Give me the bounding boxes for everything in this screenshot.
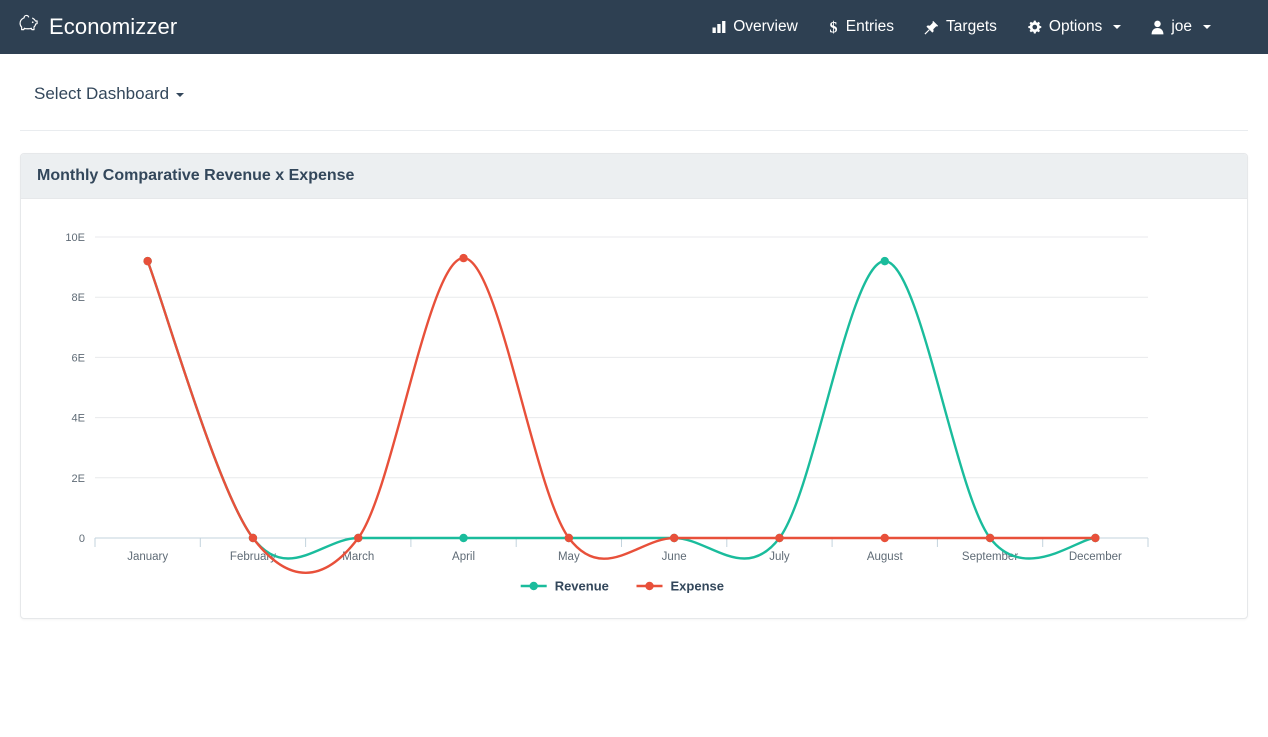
data-point-expense[interactable] — [669, 533, 679, 543]
legend-marker — [529, 581, 538, 591]
chart-panel: Monthly Comparative Revenue x Expense 10… — [20, 153, 1248, 619]
data-point-expense[interactable] — [880, 533, 889, 543]
brand-label: Economizzer — [49, 14, 178, 39]
nav-label-targets: Targets — [946, 18, 997, 35]
y-axis-tick-label: 4E — [72, 413, 85, 425]
chart-panel-header: Monthly Comparative Revenue x Expense — [21, 154, 1247, 199]
svg-text:$: $ — [829, 20, 837, 36]
nav-item-targets[interactable]: Targets — [909, 10, 1012, 44]
chart-svg[interactable]: 10E8E6E4E2E0January February March April May… — [33, 209, 1157, 604]
x-axis-tick-label: April — [452, 551, 475, 563]
chevron-down-icon — [1203, 25, 1211, 29]
pushpin-icon — [924, 20, 939, 35]
nav-label-entries: Entries — [845, 18, 895, 35]
gear-icon — [1027, 20, 1042, 35]
dollar-sign-icon: $ — [828, 19, 839, 36]
data-point-expense[interactable] — [775, 533, 784, 543]
brand-logo[interactable]: Economizzer — [18, 14, 177, 40]
bar-chart-icon — [712, 20, 726, 34]
navbar-menu: Overview $ Entries Targets Options joe — [697, 10, 1250, 44]
y-axis-tick-label: 6E — [72, 352, 85, 364]
piggy-bank-icon — [18, 14, 40, 40]
data-point-expense[interactable] — [1091, 533, 1100, 543]
nav-label-overview: Overview — [733, 18, 798, 35]
nav-item-overview[interactable]: Overview — [697, 10, 813, 44]
x-axis-tick-label: December — [1069, 551, 1122, 563]
legend-label[interactable]: Revenue — [555, 579, 609, 594]
top-navbar: Economizzer Overview $ Entries Targets O… — [0, 0, 1268, 54]
nav-label-options: Options — [1048, 18, 1103, 35]
data-point-expense[interactable] — [459, 253, 468, 263]
data-point-expense[interactable] — [985, 533, 995, 543]
data-point-expense[interactable] — [248, 533, 258, 543]
nav-item-user[interactable]: joe — [1136, 10, 1226, 44]
data-point-revenue[interactable] — [459, 533, 468, 543]
series-line-revenue — [146, 259, 1097, 560]
select-dashboard-label: Select Dashboard — [34, 84, 170, 103]
legend-marker — [645, 581, 654, 591]
x-axis-tick-label: May — [558, 551, 580, 563]
x-axis-tick-label: July — [769, 551, 790, 563]
nav-item-entries[interactable]: $ Entries — [813, 10, 909, 44]
y-axis-tick-label: 2E — [72, 473, 85, 485]
data-point-expense[interactable] — [564, 533, 574, 543]
data-point-revenue[interactable] — [880, 256, 889, 266]
data-point-expense[interactable] — [143, 256, 152, 266]
legend-label[interactable]: Expense — [671, 579, 724, 594]
nav-label-user: joe — [1171, 18, 1192, 35]
chevron-down-icon — [1113, 25, 1122, 29]
x-axis-tick-label: June — [662, 551, 687, 563]
y-axis-tick-label: 10E — [65, 232, 85, 244]
y-axis-tick-label: 0 — [79, 533, 85, 545]
x-axis-tick-label: August — [867, 551, 904, 563]
series-line-expense — [146, 256, 1097, 574]
nav-item-options[interactable]: Options — [1012, 10, 1136, 44]
dashboard-selector-row: Select Dashboard — [10, 54, 1258, 104]
revenue-expense-line-chart[interactable]: 10E 8E 6E 4E 2E 0 January February March April May… — [33, 209, 1235, 604]
page-content: Select Dashboard Monthly Comparative Rev… — [0, 54, 1268, 619]
chevron-down-icon — [176, 92, 185, 97]
x-axis-tick-label: September — [962, 551, 1018, 563]
chart-panel-body: 10E 8E 6E 4E 2E 0 January February March April May… — [21, 199, 1247, 618]
x-axis-tick-label: January — [127, 551, 168, 563]
select-dashboard-dropdown[interactable]: Select Dashboard — [34, 84, 185, 104]
chart-legend: Revenue Expense — [520, 579, 724, 594]
section-divider — [20, 130, 1248, 131]
y-axis-tick-label: 8E — [72, 292, 85, 304]
user-icon — [1151, 20, 1164, 35]
page-title: Monthly Comparative Revenue x Expense — [37, 167, 355, 184]
data-point-expense[interactable] — [354, 533, 363, 543]
